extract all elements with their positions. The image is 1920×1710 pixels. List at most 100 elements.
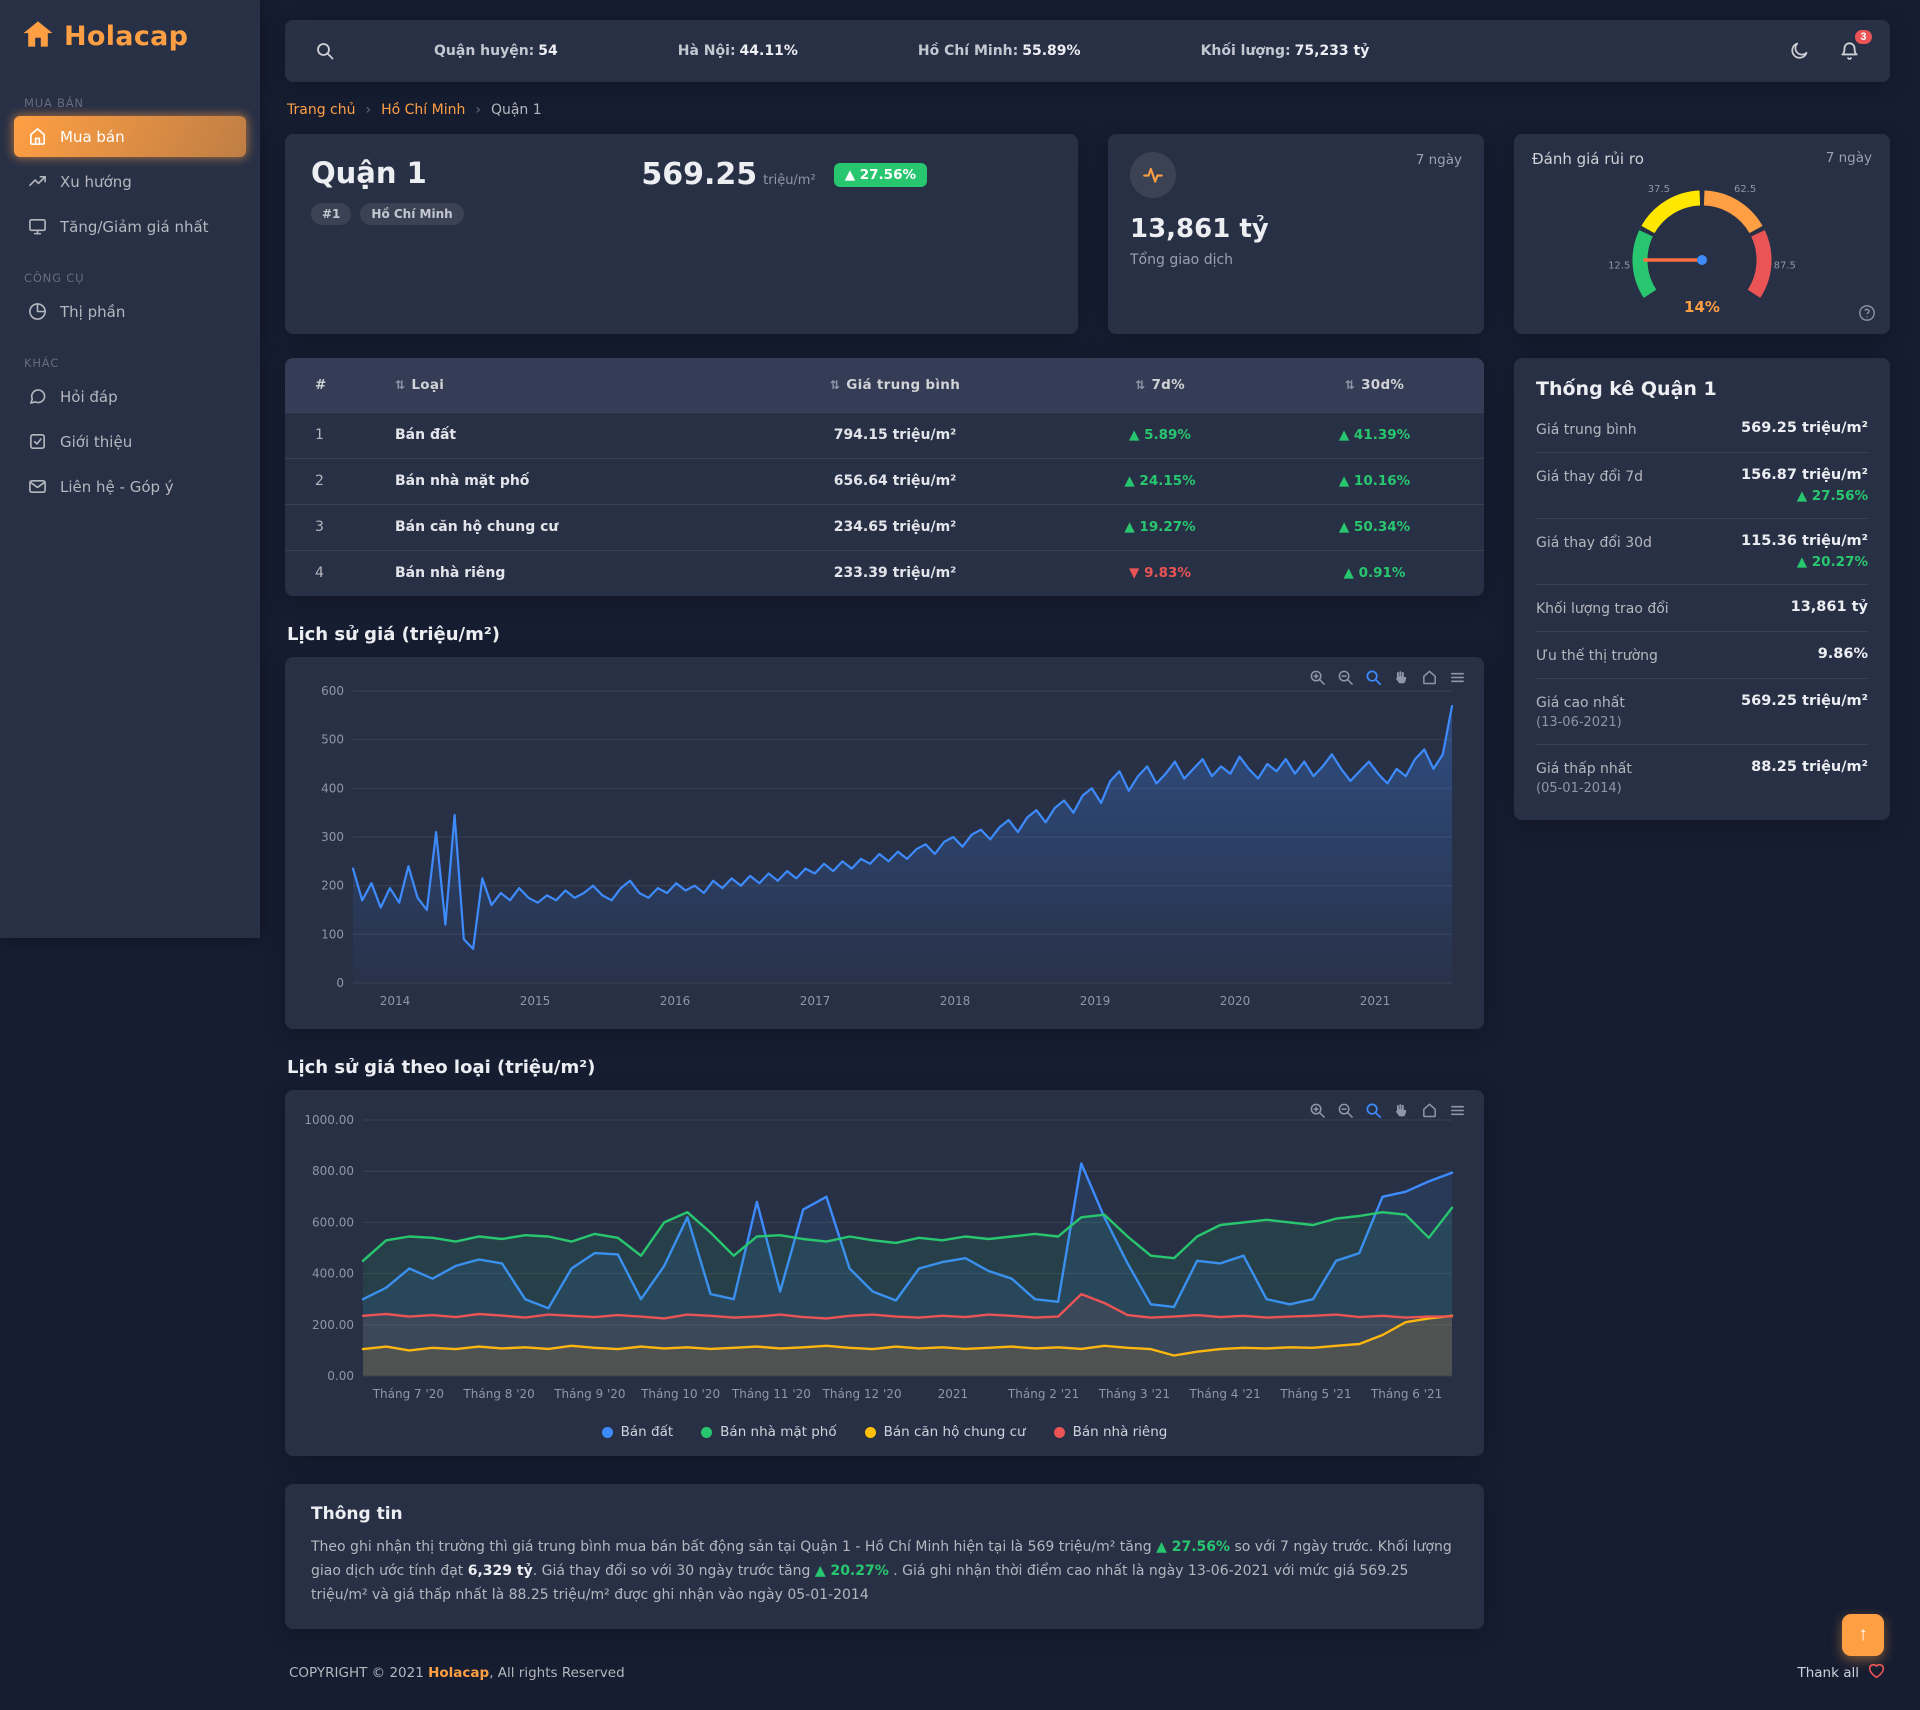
help-circle-icon[interactable]	[1858, 304, 1876, 322]
legend-dot	[865, 1427, 876, 1438]
price-history-by-type-card: 0.00200.00400.00600.00800.001000.00Tháng…	[285, 1090, 1484, 1456]
total-transactions-value: 13,861 tỷ	[1130, 214, 1462, 244]
sidebar-item-thi-phan[interactable]: Thị phần	[14, 291, 246, 332]
total-transactions-label: Tổng giao dịch	[1130, 252, 1462, 268]
main-content: Quận huyện:54Hà Nội:44.11%Hồ Chí Minh:55…	[285, 0, 1890, 1710]
svg-text:2021: 2021	[938, 1387, 969, 1401]
stats-card: Thống kê Quận 1 Giá trung bình569.25 tri…	[1514, 358, 1890, 820]
legend-item-ban-can-ho-chung-cu[interactable]: Bán căn hộ chung cư	[865, 1424, 1026, 1440]
type-cell: Bán nhà riêng	[395, 550, 735, 596]
home-icon[interactable]	[1421, 669, 1438, 686]
bell-icon[interactable]: 3	[1835, 37, 1864, 66]
sidebar-item-gioi-thieu[interactable]: Giới thiệu	[14, 421, 246, 462]
sidebar-item-tang-giam-gia-nhat[interactable]: Tăng/Giảm giá nhất	[14, 206, 246, 247]
menu-icon[interactable]	[1449, 669, 1466, 686]
sidebar-item-label: Liên hệ - Góp ý	[60, 478, 174, 496]
pan-icon[interactable]	[1393, 669, 1410, 686]
current-price: 569.25	[641, 157, 757, 192]
home-icon	[28, 127, 47, 146]
breadcrumb-item-trang-chu[interactable]: Trang chủ	[287, 102, 355, 118]
svg-text:Tháng 4 '21: Tháng 4 '21	[1188, 1387, 1260, 1401]
current-price-wrap: 569.25triệu/m²	[641, 160, 815, 190]
svg-text:600.00: 600.00	[312, 1215, 354, 1229]
zoom-in-icon[interactable]	[1309, 1102, 1326, 1119]
layout: Quận 1 #1 Hồ Chí Minh 569.25triệu/m² ▲ 2…	[285, 134, 1890, 1629]
svg-text:400.00: 400.00	[312, 1267, 354, 1281]
svg-text:Tháng 2 '21: Tháng 2 '21	[1007, 1387, 1079, 1401]
change-7d-cell: ▲ 19.27%	[1055, 504, 1265, 550]
svg-text:2018: 2018	[940, 994, 971, 1008]
breadcrumb-item-ho-chi-minh[interactable]: Hồ Chí Minh	[381, 102, 465, 118]
menu-icon[interactable]	[1449, 1102, 1466, 1119]
info-card: Thông tin Theo ghi nhận thị trường thì g…	[285, 1484, 1484, 1629]
rank-cell: 3	[285, 504, 395, 550]
price-history-by-type-chart[interactable]: 0.00200.00400.00600.00800.001000.00Tháng…	[305, 1106, 1464, 1410]
table-row-ban-dat[interactable]: 1Bán đất794.15 triệu/m²▲ 5.89%▲ 41.39%	[285, 412, 1484, 458]
nav-section-title: CÔNG CỤ	[24, 271, 236, 285]
svg-text:Tháng 3 '21: Tháng 3 '21	[1098, 1387, 1170, 1401]
sidebar-item-lien-he-gop-y[interactable]: Liên hệ - Góp ý	[14, 466, 246, 507]
search-icon[interactable]	[311, 37, 339, 65]
type-cell: Bán đất	[395, 412, 735, 458]
svg-text:Tháng 5 '21: Tháng 5 '21	[1279, 1387, 1351, 1401]
sidebar-item-xu-huong[interactable]: Xu hướng	[14, 161, 246, 202]
scroll-to-top-button[interactable]: ↑	[1842, 1614, 1884, 1656]
check-square-icon	[28, 432, 47, 451]
logo[interactable]: Holacap	[0, 0, 260, 72]
pan-icon[interactable]	[1393, 1102, 1410, 1119]
topbar-stat: Hồ Chí Minh:55.89%	[918, 43, 1081, 59]
topbar-actions: 3	[1785, 37, 1864, 66]
selection-zoom-icon[interactable]	[1365, 669, 1382, 686]
table-row-ban-nha-rieng[interactable]: 4Bán nhà riêng233.39 triệu/m²▼ 9.83%▲ 0.…	[285, 550, 1484, 596]
period-label: 7 ngày	[1416, 152, 1462, 168]
price-history-by-type-title: Lịch sử giá theo loại (triệu/m²)	[287, 1057, 1482, 1078]
footer: COPYRIGHT © 2021 Holacap, All rights Res…	[289, 1661, 1886, 1710]
stat-row-uu-the-thi-truong: Ưu thế thị trường9.86%	[1536, 632, 1868, 679]
legend-item-ban-dat[interactable]: Bán đất	[602, 1424, 674, 1440]
change-30d-cell: ▲ 50.34%	[1265, 504, 1484, 550]
risk-title: Đánh giá rủi ro	[1532, 150, 1644, 168]
svg-text:800.00: 800.00	[312, 1164, 354, 1178]
zoom-in-icon[interactable]	[1309, 669, 1326, 686]
copyright-brand[interactable]: Holacap	[428, 1665, 489, 1681]
zoom-out-icon[interactable]	[1337, 669, 1354, 686]
home-icon[interactable]	[1421, 1102, 1438, 1119]
selection-zoom-icon[interactable]	[1365, 1102, 1382, 1119]
svg-text:2015: 2015	[520, 994, 551, 1008]
svg-text:600: 600	[321, 684, 344, 698]
chart-legend: Bán đất Bán nhà mặt phố Bán căn hộ chung c…	[305, 1414, 1464, 1448]
message-circle-icon	[28, 387, 47, 406]
moon-icon[interactable]	[1785, 37, 1813, 65]
sidebar-item-hoi-dap[interactable]: Hỏi đáp	[14, 376, 246, 417]
table-header-row: #⇅Loại⇅Giá trung bình⇅7d%⇅30d%	[285, 358, 1484, 412]
nav-section-title: KHÁC	[24, 356, 236, 370]
table-row-ban-can-ho-chung-cu[interactable]: 3Bán căn hộ chung cư234.65 triệu/m²▲ 19.…	[285, 504, 1484, 550]
legend-item-ban-nha-mat-pho[interactable]: Bán nhà mặt phố	[701, 1424, 836, 1440]
column-header-loai[interactable]: ⇅Loại	[395, 358, 735, 412]
column-header-7d[interactable]: ⇅7d%	[1055, 358, 1265, 412]
summary-cards-row: Quận 1 #1 Hồ Chí Minh 569.25triệu/m² ▲ 2…	[285, 134, 1484, 334]
svg-text:62.5: 62.5	[1734, 184, 1756, 195]
sidebar-item-mua-ban[interactable]: Mua bán	[14, 116, 246, 157]
copyright: COPYRIGHT © 2021 Holacap, All rights Res…	[289, 1665, 625, 1681]
breadcrumb: Trang chủ›Hồ Chí Minh›Quận 1	[287, 102, 1888, 118]
legend-item-ban-nha-rieng[interactable]: Bán nhà riêng	[1054, 1424, 1168, 1440]
table-row-ban-nha-mat-pho[interactable]: 2Bán nhà mặt phố656.64 triệu/m²▲ 24.15%▲…	[285, 458, 1484, 504]
logo-house-icon	[22, 20, 54, 52]
topbar-stat: Hà Nội:44.11%	[678, 43, 798, 59]
stat-row-gia-trung-binh: Giá trung bình569.25 triệu/m²	[1536, 406, 1868, 453]
svg-text:Tháng 10 '20: Tháng 10 '20	[640, 1387, 720, 1401]
rank-cell: 4	[285, 550, 395, 596]
info-title: Thông tin	[311, 1504, 1458, 1524]
table-body: 1Bán đất794.15 triệu/m²▲ 5.89%▲ 41.39%2B…	[285, 412, 1484, 596]
stat-row-khoi-luong-trao-doi: Khối lượng trao đổi13,861 tỷ	[1536, 585, 1868, 632]
breadcrumb-separator: ›	[475, 102, 481, 118]
type-cell: Bán nhà mặt phố	[395, 458, 735, 504]
column-header-30d[interactable]: ⇅30d%	[1265, 358, 1484, 412]
city-badge: Hồ Chí Minh	[360, 203, 463, 225]
price-cell: 234.65 triệu/m²	[735, 504, 1055, 550]
price-history-chart[interactable]: 0100200300400500600201420152016201720182…	[305, 673, 1464, 1017]
stat-row-gia-thay-doi-7d: Giá thay đổi 7d156.87 triệu/m²▲ 27.56%	[1536, 453, 1868, 519]
column-header-gia-trung-binh[interactable]: ⇅Giá trung bình	[735, 358, 1055, 412]
zoom-out-icon[interactable]	[1337, 1102, 1354, 1119]
